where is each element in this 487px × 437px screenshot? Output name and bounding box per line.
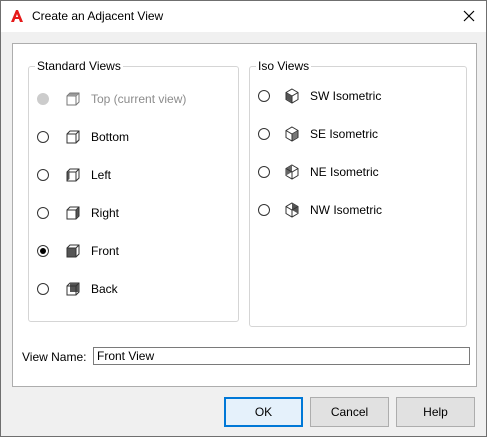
window-title: Create an Adjacent View [32, 9, 164, 23]
radio-label-left: Left [91, 168, 112, 182]
iso-views-legend: Iso Views [256, 58, 312, 74]
radio-label-bottom: Bottom [91, 130, 130, 144]
standard-views-legend: Standard Views [35, 58, 123, 74]
radio-left[interactable]: Left [37, 165, 111, 185]
radio-label-se-isometric: SE Isometric [310, 127, 379, 141]
radio-button[interactable] [37, 245, 49, 257]
ok-button[interactable]: OK [224, 397, 303, 427]
radio-right[interactable]: Right [37, 203, 119, 223]
radio-back[interactable]: Back [37, 279, 118, 299]
radio-button[interactable] [258, 90, 270, 102]
radio-bottom[interactable]: Bottom [37, 127, 129, 147]
radio-nw-isometric[interactable]: NW Isometric [258, 200, 382, 220]
radio-ne-isometric[interactable]: NE Isometric [258, 162, 379, 182]
cube-front-icon [66, 244, 80, 258]
content-panel: Standard Views Top (current view) Bottom [12, 43, 477, 387]
radio-button[interactable] [37, 131, 49, 143]
radio-label-ne-isometric: NE Isometric [310, 165, 379, 179]
cube-back-icon [66, 282, 80, 296]
radio-se-isometric[interactable]: SE Isometric [258, 124, 378, 144]
radio-label-back: Back [91, 282, 118, 296]
close-icon [463, 10, 475, 22]
cube-right-icon [66, 206, 80, 220]
radio-sw-isometric[interactable]: SW Isometric [258, 86, 381, 106]
iso-se-icon [285, 126, 299, 142]
radio-label-top: Top (current view) [91, 92, 187, 106]
cube-top-icon [66, 92, 80, 106]
iso-sw-icon [285, 88, 299, 104]
help-button[interactable]: Help [396, 397, 475, 427]
dialog-window: Create an Adjacent View Standard Views T… [0, 0, 487, 437]
radio-button[interactable] [258, 166, 270, 178]
cube-left-icon [66, 168, 80, 182]
radio-label-front: Front [91, 244, 120, 258]
radio-front[interactable]: Front [37, 241, 119, 261]
iso-views-group: Iso Views SW Isometric SE Isometric NE I… [249, 58, 467, 327]
cancel-button[interactable]: Cancel [310, 397, 389, 427]
iso-nw-icon [285, 202, 299, 218]
radio-label-sw-isometric: SW Isometric [310, 89, 382, 103]
radio-button[interactable] [37, 93, 49, 105]
radio-top[interactable]: Top (current view) [37, 89, 186, 109]
view-name-label: View Name: [22, 350, 87, 364]
view-name-input[interactable] [93, 347, 470, 365]
radio-button[interactable] [37, 169, 49, 181]
radio-button[interactable] [37, 283, 49, 295]
radio-label-nw-isometric: NW Isometric [310, 203, 382, 217]
cube-bottom-icon [66, 130, 80, 144]
radio-label-right: Right [91, 206, 120, 220]
close-button[interactable] [452, 1, 486, 31]
radio-button[interactable] [258, 204, 270, 216]
autocad-logo-icon [11, 10, 23, 22]
iso-ne-icon [285, 164, 299, 180]
standard-views-group: Standard Views Top (current view) Bottom [28, 58, 239, 322]
radio-button[interactable] [37, 207, 49, 219]
radio-button[interactable] [258, 128, 270, 140]
title-bar: Create an Adjacent View [1, 1, 486, 32]
